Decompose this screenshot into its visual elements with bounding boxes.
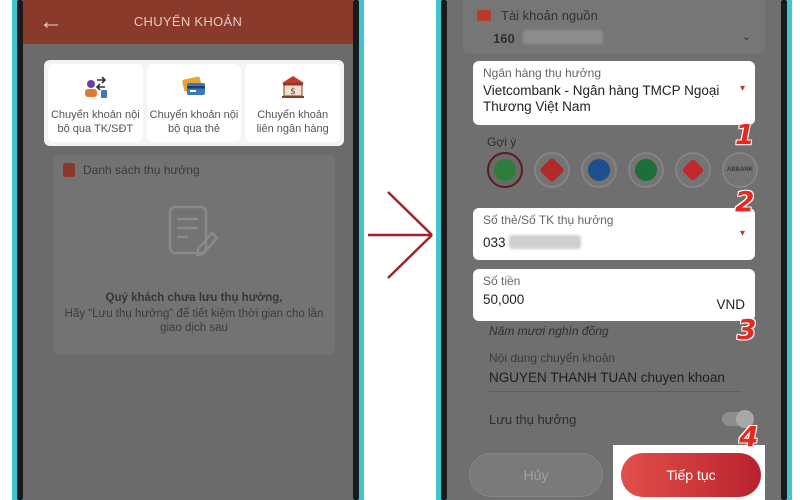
address-book-icon: [63, 163, 75, 177]
suggestions-label: Gợi ý: [487, 135, 517, 149]
app-header: ← CHUYỂN KHOẢN: [23, 0, 353, 44]
redacted-text: [509, 235, 581, 249]
beneficiary-list-card: Danh sách thụ hưởng Quý khách chưa lưu t…: [53, 155, 335, 355]
amount-input[interactable]: Số tiền 50,000 VND: [473, 269, 755, 321]
option-interbank-transfer[interactable]: $ Chuyển khoản liên ngân hàng: [245, 64, 341, 142]
abbank-logo-icon[interactable]: ABBANK: [722, 152, 758, 188]
interbank-transfer-form-screen: Tài khoản nguồn 160 ⌄ Ngân hàng thụ hưởn…: [447, 0, 781, 500]
divider: [489, 391, 741, 392]
amount-value: 50,000: [483, 292, 525, 307]
bidv-logo-icon[interactable]: [628, 152, 664, 188]
option-label: Chuyển khoản liên ngân hàng: [256, 109, 329, 135]
option-internal-account-transfer[interactable]: Chuyển khoản nội bộ qua TK/SĐT: [48, 64, 143, 142]
chevron-down-icon[interactable]: ⌄: [742, 30, 751, 43]
chevron-right-arrow-icon: [368, 191, 433, 279]
agribank-logo-icon[interactable]: [534, 152, 570, 188]
vietcombank-logo-icon[interactable]: [487, 152, 523, 188]
amount-in-words: Năm mươi nghìn đồng: [489, 324, 609, 338]
cancel-button[interactable]: Hủy: [469, 453, 603, 497]
internal-transfer-icon: [85, 76, 108, 98]
transfer-options: Chuyển khoản nội bộ qua TK/SĐT Chuyển kh…: [44, 60, 344, 146]
abbank-logo-text: ABBANK: [727, 167, 753, 173]
empty-state-description: Hãy “Lưu thụ hưởng” để tiết kiệm thời gi…: [64, 308, 324, 334]
techcombank-logo-icon[interactable]: [675, 152, 711, 188]
step-number: 4: [739, 420, 759, 453]
beneficiary-account-label: Số thẻ/Số TK thụ hưởng: [483, 213, 614, 227]
beneficiary-bank-label: Ngân hàng thụ hưởng: [483, 66, 601, 80]
amount-label: Số tiền: [483, 274, 521, 288]
chevron-down-icon[interactable]: ▾: [740, 83, 745, 94]
left-phone: ← CHUYỂN KHOẢN Chuyển khoản nội bộ qua T…: [12, 0, 364, 500]
chevron-down-icon[interactable]: ▾: [740, 228, 745, 239]
card-transfer-icon: [182, 76, 205, 95]
beneficiary-account-value: 033: [483, 235, 506, 250]
document-edit-icon: [168, 205, 219, 257]
option-label: Chuyển khoản nội bộ qua thẻ: [149, 109, 239, 135]
bank-building-icon: $: [281, 76, 304, 98]
beneficiary-bank-select[interactable]: Ngân hàng thụ hưởng Vietcombank - Ngân h…: [473, 61, 755, 125]
beneficiary-bank-value: Vietcombank - Ngân hàng TMCP Ngoại Thươn…: [483, 83, 720, 114]
option-internal-card-transfer[interactable]: Chuyển khoản nội bộ qua thẻ: [146, 64, 242, 142]
save-beneficiary-label: Lưu thụ hưởng: [489, 412, 577, 427]
beneficiary-list-title: Danh sách thụ hưởng: [83, 163, 200, 177]
continue-button[interactable]: Tiếp tục: [621, 453, 761, 497]
step-number: 1: [735, 118, 755, 151]
transfer-content-input[interactable]: NGUYEN THANH TUAN chuyen khoan: [489, 370, 725, 385]
tutorial-image: ← CHUYỂN KHOẢN Chuyển khoản nội bộ qua T…: [0, 0, 800, 500]
next-button-highlight: Tiếp tục: [613, 445, 765, 500]
option-label: Chuyển khoản nội bộ qua TK/SĐT: [50, 109, 140, 135]
source-account-value: 160: [493, 31, 515, 46]
suggested-banks: ABBANK: [487, 152, 758, 188]
source-account-field[interactable]: Tài khoản nguồn 160 ⌄: [463, 0, 765, 54]
redacted-text: [523, 30, 603, 44]
currency-label: VND: [716, 297, 745, 312]
vietinbank-logo-icon[interactable]: [581, 152, 617, 188]
beneficiary-list-header: Danh sách thụ hưởng: [63, 163, 200, 177]
svg-text:$: $: [290, 87, 296, 97]
source-account-label: Tài khoản nguồn: [501, 8, 598, 23]
transfer-menu-screen: ← CHUYỂN KHOẢN Chuyển khoản nội bộ qua T…: [23, 0, 353, 500]
beneficiary-account-input[interactable]: Số thẻ/Số TK thụ hưởng 033 ▾: [473, 208, 755, 260]
step-number: 3: [737, 313, 757, 346]
transfer-content-label: Nội dung chuyển khoản: [489, 351, 616, 365]
step-number: 2: [735, 185, 755, 218]
wallet-card-icon: [477, 10, 491, 21]
page-title: CHUYỂN KHOẢN: [133, 14, 243, 29]
empty-state-title: Quý khách chưa lưu thụ hưởng,: [105, 292, 283, 304]
